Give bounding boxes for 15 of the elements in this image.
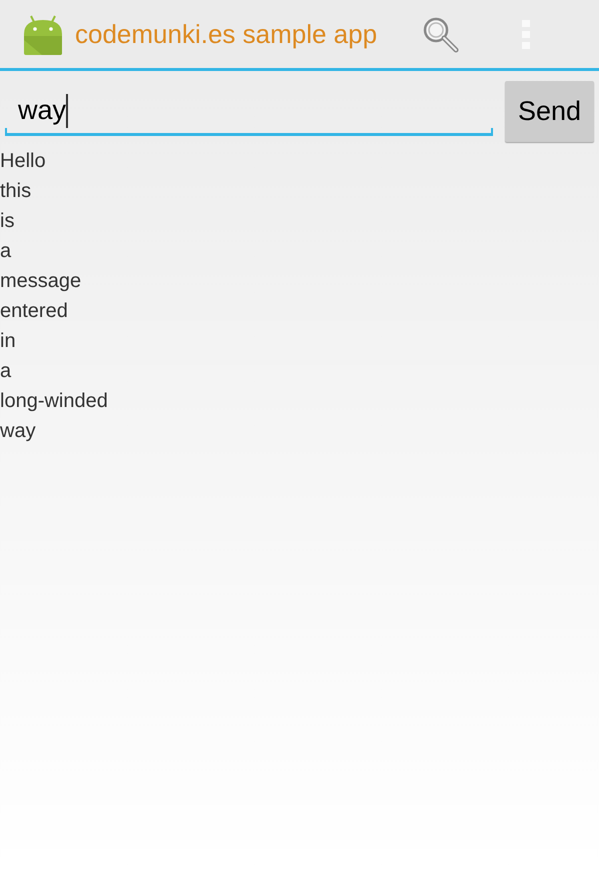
message-text: long-winded bbox=[0, 389, 108, 414]
message-text: Hello bbox=[0, 149, 46, 174]
message-text: way bbox=[0, 419, 36, 444]
search-icon[interactable] bbox=[422, 16, 460, 54]
message-input-field[interactable]: way bbox=[5, 77, 493, 136]
android-robot-icon bbox=[22, 14, 64, 56]
message-text: this bbox=[0, 179, 32, 204]
send-button[interactable]: Send bbox=[505, 81, 594, 142]
message-text: a bbox=[0, 359, 12, 384]
message-text: is bbox=[0, 209, 14, 234]
message-text: entered bbox=[0, 299, 68, 324]
message-text: in bbox=[0, 329, 16, 354]
app-title: codemunki.es sample app bbox=[75, 18, 378, 50]
message-text: a bbox=[0, 239, 12, 264]
message-text: message bbox=[0, 269, 82, 294]
